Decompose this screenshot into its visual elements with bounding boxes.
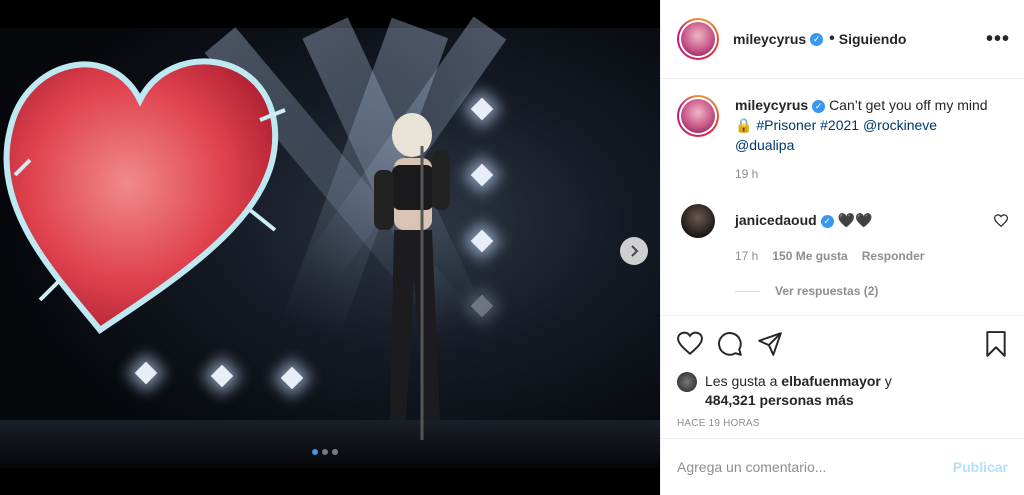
photo-letterbox-bottom [0,468,660,495]
stage-light [470,97,494,121]
heart-icon [677,331,703,356]
next-slide-button[interactable] [620,237,648,265]
stage-light [134,361,158,385]
post-actions: Les gusta a elbafuenmayor y 484,321 pers… [661,315,1024,438]
next-arrow-icon [631,245,639,257]
carousel-dot [322,449,328,455]
share-button[interactable] [757,324,797,364]
likes-summary: Les gusta a elbafuenmayor y 484,321 pers… [677,372,1008,410]
comment: janicedaoud ✓ 🖤🖤 [677,204,1009,238]
caption-username[interactable]: mileycyrus [735,97,808,113]
post-details-panel: mileycyrus ✓ • Siguiendo ••• mileycyrus ✓… [660,0,1024,495]
comments-section: mileycyrus ✓ Can’t get you off my mind 🔒 … [661,79,1024,315]
carousel-dot [312,449,318,455]
likes-conj: y [884,373,892,389]
photo-letterbox-top [0,0,660,28]
save-button[interactable] [968,324,1008,364]
heart-screen-graphic [3,58,286,335]
caption-hashtags[interactable]: #Prisoner #2021 [756,117,859,133]
comment-likes[interactable]: 150 Me gusta [772,249,847,263]
replies-divider [735,290,759,292]
caption-avatar-image [681,99,715,133]
action-icons [677,324,1008,364]
stage-light [280,366,304,390]
stage-light [470,163,494,187]
post-timestamp[interactable]: HACE 19 HORAS [677,418,1008,429]
following-button[interactable]: Siguiendo [839,31,907,47]
stage-floor [0,420,660,468]
carousel-dot [332,449,338,455]
view-replies-button[interactable]: Ver respuestas (2) [735,284,1008,298]
caption-mention-rockineve[interactable]: @rockineve [863,117,937,133]
reply-button[interactable]: Responder [862,249,925,263]
comment-timestamp[interactable]: 17 h [735,249,758,263]
comment-body: 🖤🖤 [837,212,873,228]
verified-icon: ✓ [812,99,826,113]
comment-meta: 17 h 150 Me gusta Responder [735,249,1008,263]
publish-button[interactable]: Publicar [953,459,1008,475]
likes-count[interactable]: 484,321 personas más [705,392,854,408]
liker-username[interactable]: elbafuenmayor [781,373,881,389]
stage-light [470,229,494,253]
comment-text: janicedaoud ✓ 🖤🖤 [735,204,872,230]
author-username[interactable]: mileycyrus [733,31,806,47]
caption: mileycyrus ✓ Can’t get you off my mind 🔒 … [677,95,1008,155]
share-icon [758,332,782,356]
author-avatar[interactable] [677,18,719,60]
post-header: mileycyrus ✓ • Siguiendo ••• [661,0,1024,79]
caption-timestamp[interactable]: 19 h [735,167,1008,181]
stage-light [210,364,234,388]
commenter-avatar[interactable] [681,204,715,238]
more-options-icon[interactable]: ••• [986,28,1010,51]
author-avatar-image [681,22,715,56]
comment-button[interactable] [717,324,757,364]
carousel-indicator [312,449,338,455]
verified-icon: ✓ [810,32,824,46]
caption-mention-dualipa[interactable]: @dualipa [735,137,794,153]
view-replies-label: Ver respuestas (2) [775,284,879,298]
caption-text: mileycyrus ✓ Can’t get you off my mind 🔒 … [735,95,999,155]
comment-icon [718,332,742,356]
comment-input[interactable]: Agrega un comentario... [677,459,953,475]
separator-dot: • [829,30,835,47]
post-image[interactable] [0,0,660,495]
performer-figure [374,113,450,440]
commenter-username[interactable]: janicedaoud [735,212,817,228]
likes-prefix: Les gusta a [705,373,778,389]
caption-author-avatar[interactable] [677,95,719,137]
like-button[interactable] [677,324,717,364]
liker-avatar[interactable] [677,372,697,392]
add-comment-bar: Agrega un comentario... Publicar [661,438,1024,495]
verified-icon: ✓ [820,214,834,228]
like-comment-icon[interactable] [993,214,1009,233]
bookmark-icon [986,331,1006,357]
